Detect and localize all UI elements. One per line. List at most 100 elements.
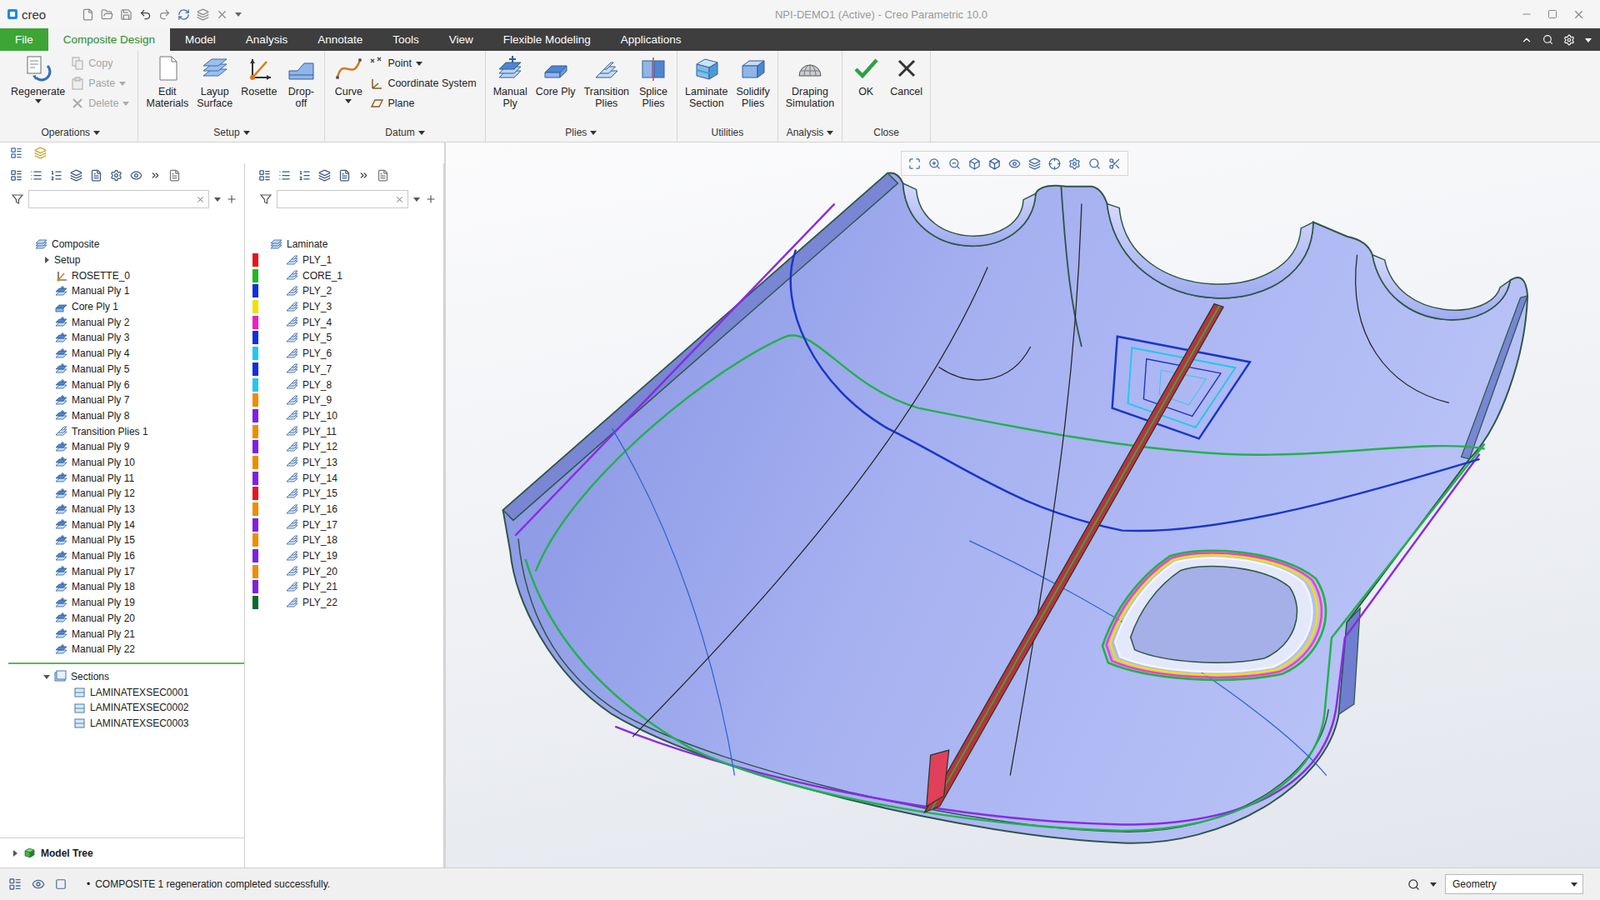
tree-item[interactable]: Manual Ply 2 [0,314,245,330]
toggle-navigator-icon[interactable] [8,877,22,891]
ribbon-group-label[interactable]: Datum [330,123,480,142]
zoom-in-icon[interactable] [928,157,941,170]
laminate-ply[interactable]: PLY_5 [248,330,444,346]
datum-display-icon[interactable] [1068,157,1081,170]
view-manager-icon[interactable] [1028,157,1041,170]
laminate-ply[interactable]: PLY_11 [248,423,444,440]
ribbon-button[interactable]: Manual Ply [490,53,530,110]
tree-settings-icon[interactable] [168,169,181,182]
laminate-ply[interactable]: PLY_8 [248,376,444,393]
laminate-ply[interactable]: PLY_6 [248,345,444,362]
ribbon-group-label[interactable]: Analysis [783,123,837,142]
full-screen-icon[interactable] [55,878,67,890]
laminate-ply[interactable]: PLY_22 [248,595,444,611]
ribbon-small-button[interactable]: Point [370,54,480,72]
laminate-ply[interactable]: PLY_12 [248,439,444,455]
laminate-ply[interactable]: PLY_21 [248,579,444,595]
tree-item[interactable]: Transition Plies 1 [0,423,245,440]
undo-icon[interactable] [139,8,152,21]
tree-item[interactable]: Manual Ply 14 [0,516,245,533]
tree-tool-icon[interactable] [318,169,331,182]
tree-tool-icon[interactable] [50,169,63,182]
tree-tab-icon[interactable] [10,146,23,160]
tree-item[interactable]: Manual Ply 20 [0,610,245,627]
ribbon-group-label[interactable]: Plies [490,123,672,142]
laminate-ply[interactable]: CORE_1 [248,267,444,284]
tree-tool-icon[interactable] [278,169,291,182]
ribbon-button[interactable]: Laminate Section [682,53,730,110]
laminate-ply[interactable]: PLY_1 [248,252,444,269]
laminate-ply[interactable]: PLY_14 [248,470,444,486]
more-icon[interactable] [150,170,161,181]
tree-item[interactable]: Core Ply 1 [0,299,245,315]
tree-item[interactable]: LAMINATEXSEC0002 [0,700,245,716]
model-viewport[interactable] [445,142,1600,868]
laminate-ply[interactable]: PLY_20 [248,563,444,580]
ribbon-button[interactable]: Transition Plies [581,53,632,110]
tree-tool-icon[interactable] [70,169,83,182]
search-icon[interactable] [1542,34,1554,45]
refit-icon[interactable] [908,157,921,170]
ribbon-small-button[interactable]: Coordinate System [370,74,480,92]
ribbon-small-button[interactable]: Paste [70,74,133,92]
tree-folder[interactable]: Setup [0,252,245,269]
ribbon-tab[interactable]: Model [170,28,231,51]
tree-tool-icon[interactable] [30,169,43,182]
save-icon[interactable] [120,8,133,21]
tree-folder[interactable]: Sections [0,669,245,685]
ribbon-tab[interactable]: Flexible Modeling [488,28,606,51]
ribbon-button[interactable]: Solidify Plies [733,53,772,110]
ribbon-tab[interactable]: Applications [605,28,697,51]
ribbon-tab[interactable]: Composite Design [48,28,170,51]
clear-icon[interactable] [195,195,205,205]
tree-item[interactable]: LAMINATEXSEC0001 [0,684,245,700]
tree-item[interactable]: Manual Ply 1 [0,283,245,300]
ribbon-tab[interactable]: Tools [377,28,435,51]
graphics-area[interactable] [445,142,1600,868]
ribbon-button[interactable]: Cancel [887,53,925,98]
laminate-ply[interactable]: PLY_19 [248,548,444,565]
tree-item[interactable]: Manual Ply 12 [0,485,245,502]
tree-root[interactable]: Laminate [248,236,444,253]
toggle-browser-icon[interactable] [31,877,45,891]
tree-item[interactable]: Manual Ply 5 [0,361,245,378]
tree-item[interactable]: Manual Ply 21 [0,625,245,642]
clear-icon[interactable] [395,195,405,205]
close-icon[interactable] [1572,8,1585,21]
ribbon-small-button[interactable]: Copy [70,54,133,72]
filter-field[interactable] [28,190,210,209]
ribbon-button[interactable]: Core Ply [533,53,579,98]
tree-item[interactable]: Manual Ply 17 [0,563,245,580]
tree-item[interactable]: Manual Ply 9 [0,439,245,455]
tree-item[interactable]: Manual Ply 13 [0,501,245,518]
ribbon-button[interactable]: OK [847,53,885,98]
tree-item[interactable]: Manual Ply 15 [0,532,245,549]
selection-filter[interactable]: Geometry [1445,874,1584,895]
tree-item[interactable]: Manual Ply 7 [0,392,245,409]
perspective-icon[interactable] [1048,157,1061,170]
tree-item[interactable]: Manual Ply 11 [0,470,245,486]
layer-tab-icon[interactable] [34,146,47,160]
laminate-ply[interactable]: PLY_18 [248,532,444,549]
ribbon-group-label[interactable]: Operations [8,123,133,142]
tree-tool-icon[interactable] [298,169,311,182]
ribbon-button[interactable]: Draping Simulation [783,53,837,110]
laminate-ply[interactable]: PLY_10 [248,408,444,425]
close-window-icon[interactable] [215,8,229,21]
regenerate-icon[interactable] [177,8,190,21]
ribbon-button[interactable]: Drop- off [282,53,320,110]
redo-icon[interactable] [158,8,171,21]
tree-tool-icon[interactable] [90,169,103,182]
open-icon[interactable] [100,8,114,21]
tree-item[interactable]: ROSETTE_0 [0,267,245,284]
filter-field[interactable] [276,190,409,209]
ribbon-tab[interactable]: Analysis [230,28,303,51]
ribbon-small-button[interactable]: Plane [370,94,480,112]
tree-tool-icon[interactable] [110,169,123,182]
ribbon-button[interactable]: Curve [330,53,367,105]
tree-item[interactable]: Manual Ply 6 [0,376,245,393]
minimize-icon[interactable] [1520,8,1533,20]
tree-tool-icon[interactable] [130,169,143,182]
tree-item[interactable]: Manual Ply 3 [0,330,245,346]
tree-item[interactable]: Manual Ply 22 [0,641,245,658]
